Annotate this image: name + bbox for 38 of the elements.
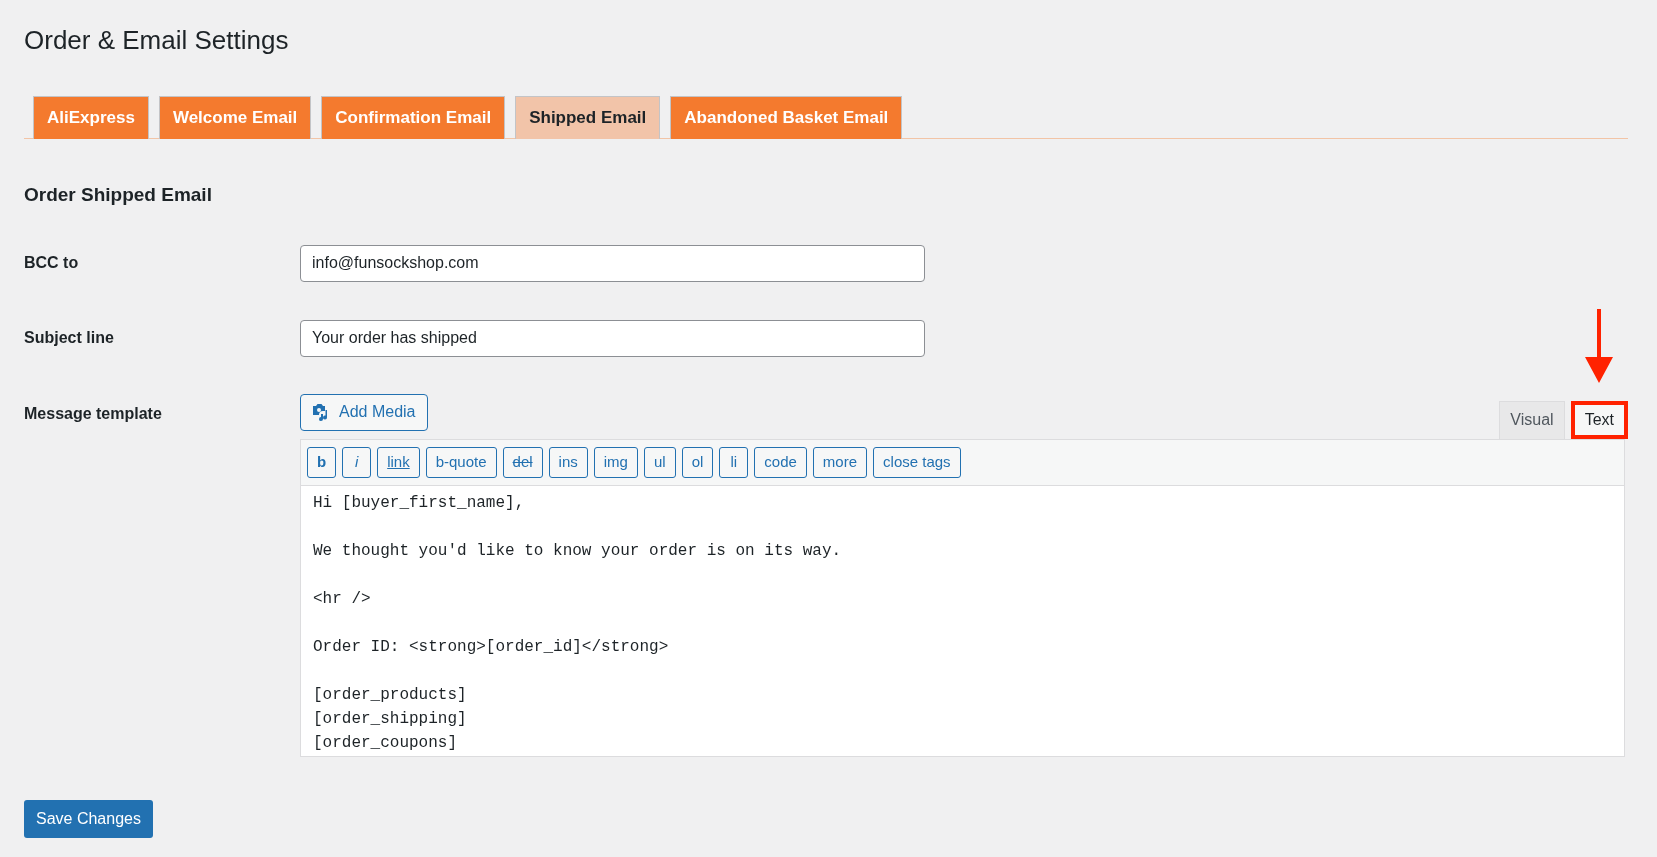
quicktag-button[interactable]: img [593,446,638,478]
code-line: [order_products] [313,684,468,706]
field-label: Subject line [24,328,115,348]
tab[interactable]: Confirmation Email [321,96,506,139]
editor-tab[interactable]: Visual [1499,400,1565,439]
code-line: We thought you'd like to know your order is on its way. [313,540,843,562]
quicktag-button[interactable]: ul [643,446,676,478]
code-line: [order_shipping] [313,708,468,730]
tab[interactable]: Welcome Email [158,96,312,139]
quicktag-button[interactable]: i [342,446,372,478]
editor-tab[interactable]: Text [1570,400,1628,439]
input-field[interactable]: Your order has shipped [300,319,925,357]
section-title: Order Shipped Email [24,183,213,207]
quicktag-button[interactable]: close tags [873,446,961,478]
tab[interactable]: Abandoned Basket Email [670,96,903,139]
field-label: BCC to [24,253,80,273]
input-field[interactable]: info@funsockshop.com [300,244,925,282]
quicktag-button[interactable]: b [307,446,337,478]
quicktag-button[interactable]: b-quote [425,446,497,478]
quicktag-button[interactable]: li [719,446,749,478]
code-line: [order_coupons] [313,732,459,754]
page-title: Order & Email Settings [24,24,290,57]
field-label: Message template [24,403,163,424]
quicktag-button[interactable]: link [377,446,420,478]
add-media-button[interactable]: Add Media [300,393,428,431]
tab[interactable]: AliExpress [33,96,149,139]
quicktag-button[interactable]: del [502,446,543,478]
code-line: Hi [buyer_first_name], [313,492,526,514]
quicktag-button[interactable]: ins [548,446,588,478]
code-line: <hr /> [313,588,372,610]
tab[interactable]: Shipped Email [515,96,661,139]
save-button[interactable]: Save Changes [24,799,153,838]
quicktag-button[interactable]: more [812,446,868,478]
quicktag-button[interactable]: ol [681,446,714,478]
text-editor[interactable]: Hi [buyer_first_name], We thought you'd like to know your order is on its way. <hr /> Order ID: <strong>[order_id]</strong> [order_products] [order_shipping] [order_coupons] [301,485,1624,756]
quicktag-button[interactable]: code [754,446,807,478]
code-line: Order ID: <strong>[order_id]</strong> [313,636,670,658]
arrow-icon [1585,308,1614,383]
